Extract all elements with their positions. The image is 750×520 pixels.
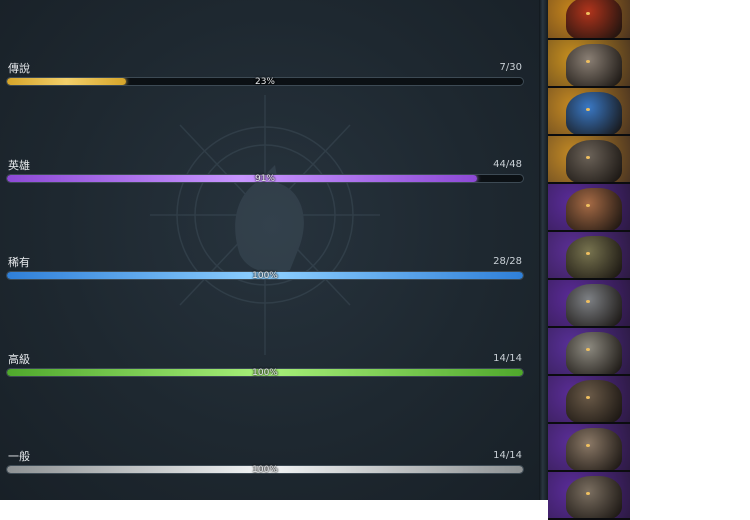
progress-percent: 100%: [252, 465, 278, 475]
rarity-label: 英雄: [8, 159, 30, 172]
horse-emblem-icon: [150, 95, 380, 355]
rarity-row-advanced: 高級 14/14 100%: [6, 351, 524, 391]
portrait-card-epic[interactable]: [548, 232, 630, 280]
rarity-row-rare: 稀有 28/28 100%: [6, 254, 524, 294]
progress-percent: 91%: [254, 174, 275, 184]
portrait-card-legendary[interactable]: [548, 40, 630, 88]
creature-eye-icon: [586, 108, 590, 111]
creature-portrait-icon: [566, 284, 622, 326]
rarity-label: 稀有: [8, 256, 30, 269]
creature-eye-icon: [586, 444, 590, 447]
creature-eye-icon: [586, 396, 590, 399]
creature-eye-icon: [586, 204, 590, 207]
rarity-label: 一般: [8, 450, 30, 463]
creature-eye-icon: [586, 60, 590, 63]
portrait-card-epic[interactable]: [548, 424, 630, 472]
creature-eye-icon: [586, 252, 590, 255]
creature-eye-icon: [586, 348, 590, 351]
portrait-card-epic[interactable]: [548, 376, 630, 424]
portrait-card-legendary[interactable]: [548, 136, 630, 184]
portrait-card-epic[interactable]: [548, 280, 630, 328]
rarity-count: 28/28: [493, 256, 522, 267]
rarity-label: 高級: [8, 353, 30, 366]
progress-percent: 23%: [254, 77, 275, 87]
creature-portrait-icon: [566, 428, 622, 470]
creature-portrait-icon: [566, 188, 622, 230]
creature-portrait-icon: [566, 92, 622, 134]
portrait-strip[interactable]: [548, 0, 630, 520]
portrait-card-legendary[interactable]: [548, 0, 630, 40]
portrait-card-epic[interactable]: [548, 472, 630, 520]
rarity-count: 14/14: [493, 353, 522, 364]
rarity-row-common: 一般 14/14 100%: [6, 448, 524, 488]
rarity-row-epic: 英雄 44/48 91%: [6, 157, 524, 197]
rarity-count: 14/14: [493, 450, 522, 461]
creature-portrait-icon: [566, 140, 622, 182]
panel-divider: [539, 0, 548, 500]
creature-eye-icon: [586, 156, 590, 159]
creature-eye-icon: [586, 492, 590, 495]
creature-portrait-icon: [566, 380, 622, 422]
creature-eye-icon: [586, 12, 590, 15]
creature-portrait-icon: [566, 236, 622, 278]
creature-portrait-icon: [566, 44, 622, 86]
rarity-label: 傳說: [8, 62, 30, 75]
creature-eye-icon: [586, 300, 590, 303]
collection-progress-panel: 傳說 7/30 23% 英雄 44/48 91% 稀有 28/28 100% 高…: [0, 0, 543, 500]
portrait-card-epic[interactable]: [548, 184, 630, 232]
rarity-row-legendary: 傳說 7/30 23%: [6, 60, 524, 100]
creature-portrait-icon: [566, 332, 622, 374]
progress-percent: 100%: [252, 368, 278, 378]
portrait-card-legendary[interactable]: [548, 88, 630, 136]
rarity-count: 7/30: [499, 62, 522, 73]
portrait-card-epic[interactable]: [548, 328, 630, 376]
creature-portrait-icon: [566, 0, 622, 38]
progress-percent: 100%: [252, 271, 278, 281]
rarity-count: 44/48: [493, 159, 522, 170]
creature-portrait-icon: [566, 476, 622, 518]
